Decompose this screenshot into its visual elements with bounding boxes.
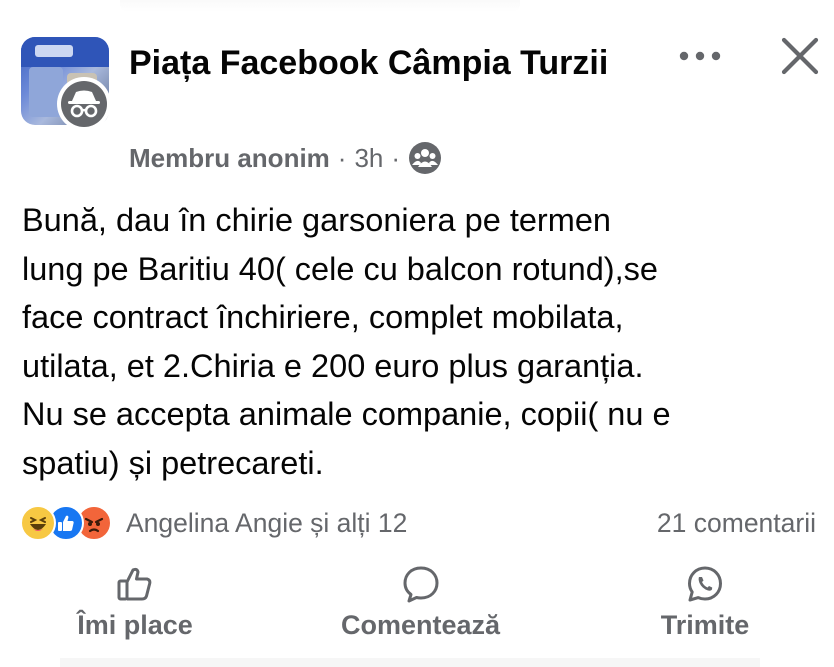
post-body-line: face contract închiriere, complet mobila… [22,299,624,336]
post-body-line: Bună, dau în chirie garsoniera pe termen [22,202,611,238]
more-dots-icon [679,51,721,61]
whatsapp-icon [688,566,722,602]
post-time[interactable]: 3h [354,143,383,174]
like-label: Îmi place [77,610,193,640]
reaction-icons[interactable] [20,505,112,541]
post-body-line: spatiu) și petrecareti. [22,444,324,481]
close-button[interactable] [772,30,828,82]
like-outline-icon [117,567,152,601]
author-name[interactable]: Membru anonim [129,143,330,174]
post-avatar[interactable] [21,37,111,131]
close-icon [781,37,819,75]
reactors-summary[interactable]: Angelina Angie și alți 12 [126,508,407,539]
post-body: Bună, dau în chirie garsoniera pe termen… [22,196,822,488]
comments-count[interactable]: 21 comentarii [657,508,816,539]
anonymous-avatar [57,77,111,131]
post-body-line: Nu se accepta animale companie, copii( n… [22,396,671,433]
share-whatsapp-button[interactable]: Trimite [625,564,785,641]
group-audience-icon [409,142,442,174]
previous-post-edge [120,0,520,12]
action-bar: Îmi place Comentează Trimite [0,564,834,660]
comment-icon [403,566,438,603]
share-label: Trimite [660,610,750,640]
group-name-link[interactable]: Piața Facebook Câmpia Turzii [129,38,649,88]
comment-label: Comentează [340,610,501,640]
reactions-row: Angelina Angie și alți 12 21 comentarii [20,502,820,544]
haha-icon [20,505,56,541]
post-body-line: utilata, et 2.Chiria e 200 euro plus gar… [22,347,644,384]
more-options-button[interactable] [672,36,728,76]
meta-separator: · [337,142,347,173]
post-meta: Membru anonim · 3h · [129,138,442,178]
anonymous-icon [68,90,100,118]
like-button[interactable]: Îmi place [50,564,220,641]
next-post-edge [60,658,760,667]
post-card: Piața Facebook Câmpia Turzii Membru anon… [0,0,834,667]
meta-separator-2: · [391,142,401,173]
post-body-line: lung pe Baritiu 40( cele cu balcon rotun… [22,250,658,287]
comment-button[interactable]: Comentează [318,564,523,641]
